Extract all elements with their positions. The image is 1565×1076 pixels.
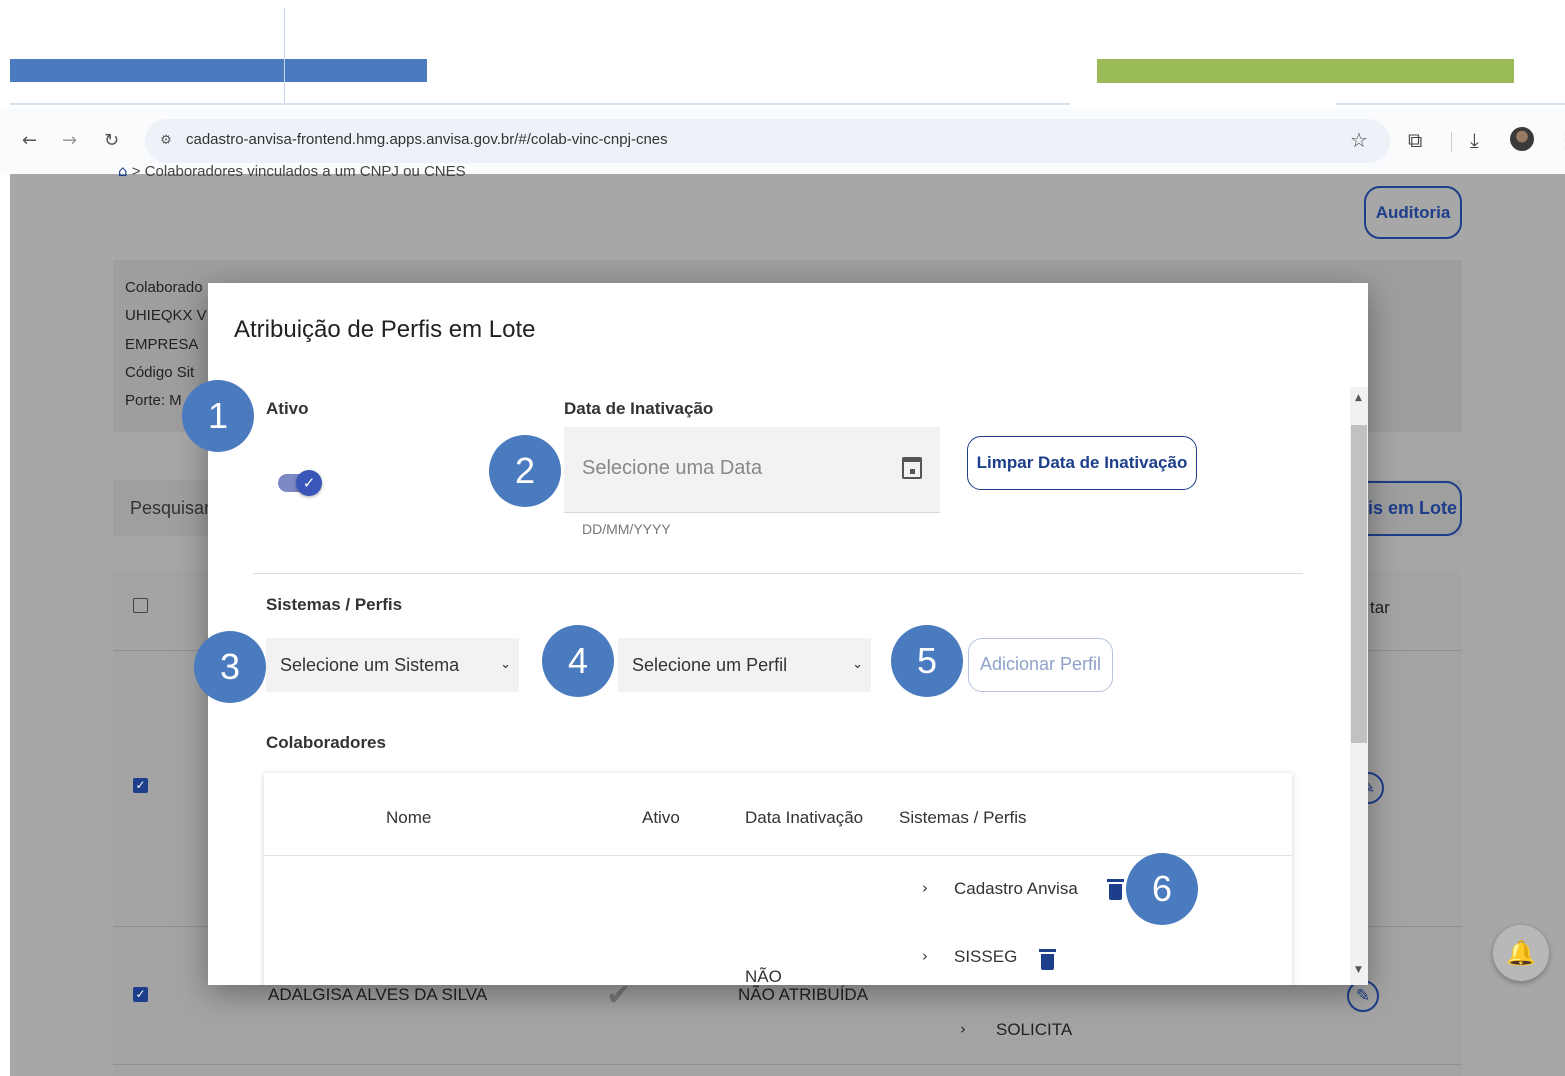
breadcrumb-current: Colaboradores vinculados a um CNPJ ou CN… xyxy=(144,163,466,180)
info-line: EMPRESA xyxy=(125,336,199,353)
info-line: Colaborado xyxy=(125,279,203,296)
system-select[interactable]: Selecione um Sistema ⌄ xyxy=(266,638,519,692)
toolbar-separator xyxy=(1451,132,1452,152)
scroll-down-icon[interactable]: ▼ xyxy=(1355,965,1362,975)
header-divider xyxy=(264,855,1292,856)
inactivation-date-input[interactable]: Selecione uma Data xyxy=(564,427,940,513)
system-tree-item[interactable]: Cadastro Anvisa xyxy=(954,879,1078,899)
calendar-icon-dot xyxy=(910,469,915,474)
system-select-value: Selecione um Sistema xyxy=(280,655,460,675)
trash-icon[interactable] xyxy=(1107,879,1124,900)
profile-select-value: Selecione um Perfil xyxy=(632,655,788,675)
inactivation-date-label: Data de Inativação xyxy=(564,399,714,418)
header-bar-blue xyxy=(10,59,427,82)
active-label: Ativo xyxy=(266,399,309,418)
info-line: Porte: M xyxy=(125,392,182,409)
row-name: ADALGISA ALVES DA SILVA xyxy=(268,985,488,1004)
back-arrow-icon[interactable]: ← xyxy=(22,130,37,151)
column-header-active: Ativo xyxy=(642,808,680,827)
systems-profiles-label: Sistemas / Perfis xyxy=(266,595,403,614)
calendar-icon[interactable] xyxy=(902,457,922,479)
home-icon[interactable]: ⌂ xyxy=(118,162,128,180)
audit-button[interactable]: Auditoria xyxy=(1364,186,1462,239)
callout-badge: 3 xyxy=(194,631,266,703)
reload-icon[interactable]: ↻ xyxy=(104,130,119,151)
row-system: SOLICITA xyxy=(996,1020,1073,1039)
date-placeholder: Selecione uma Data xyxy=(582,457,763,479)
row-date-partial: NÃO xyxy=(745,967,782,985)
bookmark-star-icon[interactable]: ☆ xyxy=(1350,128,1368,152)
expand-chevron-icon[interactable]: › xyxy=(922,879,928,897)
clear-date-button[interactable]: Limpar Data de Inativação xyxy=(967,436,1197,490)
dialog-title: Atribuição de Perfis em Lote xyxy=(234,316,536,343)
info-line: UHIEQKX V xyxy=(125,307,207,324)
breadcrumb: ⌂ > Colaboradores vinculados a um CNPJ o… xyxy=(118,162,466,180)
select-all-checkbox[interactable] xyxy=(133,598,148,613)
callout-badge: 6 xyxy=(1126,853,1198,925)
batch-assign-label: is em Lote xyxy=(1368,498,1458,518)
collaborators-label: Colaboradores xyxy=(266,733,386,752)
chevron-down-icon: ⌄ xyxy=(500,657,511,672)
expand-chevron-icon[interactable]: › xyxy=(922,947,928,965)
row-checkbox[interactable]: ✓ xyxy=(133,987,148,1002)
column-header-name: Nome xyxy=(386,808,432,827)
callout-badge: 4 xyxy=(542,625,614,697)
site-info-icon[interactable]: ⚙ xyxy=(155,130,177,152)
date-format-hint: DD/MM/YYYY xyxy=(582,521,671,537)
callout-badge: 5 xyxy=(891,625,963,697)
system-tree-item[interactable]: SISSEG xyxy=(954,947,1017,967)
search-label: Pesquisar xyxy=(130,498,211,518)
header-divider xyxy=(284,8,285,105)
chevron-down-icon: ⌄ xyxy=(852,657,863,672)
extensions-icon[interactable]: ⧉ xyxy=(1408,128,1422,152)
url-text[interactable]: cadastro-anvisa-frontend.hmg.apps.anvisa… xyxy=(186,131,668,148)
notification-bell-icon[interactable]: 🔔 xyxy=(1493,925,1549,981)
profile-avatar[interactable] xyxy=(1510,127,1534,151)
header-rule-right xyxy=(1336,103,1565,105)
row-checkbox[interactable]: ✓ xyxy=(133,778,148,793)
active-toggle-knob[interactable]: ✓ xyxy=(296,470,322,496)
info-line: Código Sit xyxy=(125,364,195,381)
header-bar-green xyxy=(1097,59,1514,83)
section-divider xyxy=(253,573,1303,574)
header-rule xyxy=(10,103,1070,105)
callout-badge: 1 xyxy=(182,380,254,452)
menu-kebab-icon[interactable]: ⋮ xyxy=(1556,128,1565,152)
callout-badge: 2 xyxy=(489,435,561,507)
table-header-edit: tar xyxy=(1370,598,1390,617)
forward-arrow-icon[interactable]: → xyxy=(62,130,77,151)
add-profile-button[interactable]: Adicionar Perfil xyxy=(968,638,1113,692)
profile-select[interactable]: Selecione um Perfil ⌄ xyxy=(618,638,871,692)
scroll-up-icon[interactable]: ▲ xyxy=(1355,393,1362,403)
row-divider xyxy=(113,1064,1462,1065)
trash-icon[interactable] xyxy=(1039,949,1056,970)
column-header-inactivation-date: Data Inativação xyxy=(745,808,864,827)
download-icon[interactable]: ⤓ xyxy=(1470,128,1479,152)
expand-chevron-icon[interactable]: › xyxy=(960,1020,966,1038)
column-header-systems-profiles: Sistemas / Perfis xyxy=(899,808,1027,827)
scrollbar-thumb[interactable] xyxy=(1351,425,1367,743)
row-date-status: NÃO ATRIBUÍDA xyxy=(738,985,869,1004)
